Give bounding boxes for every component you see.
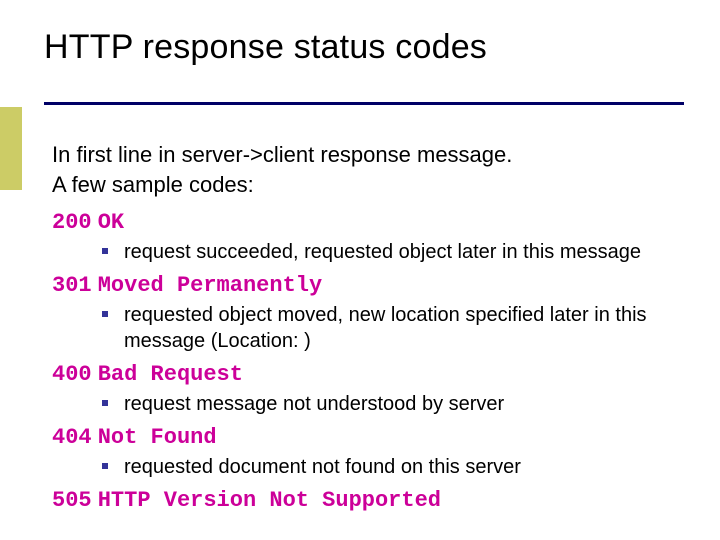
code-number: 505 <box>52 488 92 513</box>
code-entry: 400 Bad Request <box>52 360 697 387</box>
code-description-row: request succeeded, requested object late… <box>52 239 697 265</box>
code-description: request succeeded, requested object late… <box>124 239 641 265</box>
code-description-row: request message not understood by server <box>52 391 697 417</box>
codes-list: 200 OK request succeeded, requested obje… <box>52 206 697 515</box>
bullet-icon <box>102 400 108 406</box>
code-description-row: requested object moved, new location spe… <box>52 302 697 354</box>
code-number: 301 <box>52 273 92 298</box>
bullet-icon <box>102 248 108 254</box>
bullet-icon <box>102 463 108 469</box>
code-phrase: Moved Permanently <box>98 273 322 298</box>
code-number: 400 <box>52 362 92 387</box>
code-phrase: Bad Request <box>98 362 243 387</box>
code-description: requested document not found on this ser… <box>124 454 521 480</box>
slide-title: HTTP response status codes <box>44 28 487 67</box>
code-entry: 505 HTTP Version Not Supported <box>52 486 697 513</box>
code-entry: 404 Not Found <box>52 423 697 450</box>
left-accent-bar <box>0 107 22 190</box>
code-entry: 200 OK <box>52 208 697 235</box>
slide: HTTP response status codes In first line… <box>0 0 720 540</box>
code-description: requested object moved, new location spe… <box>124 302 697 354</box>
code-number: 404 <box>52 425 92 450</box>
code-entry: 301 Moved Permanently <box>52 271 697 298</box>
intro-text: In first line in server->client response… <box>52 140 512 199</box>
code-phrase: HTTP Version Not Supported <box>98 488 441 513</box>
code-description: request message not understood by server <box>124 391 504 417</box>
code-phrase: OK <box>98 210 124 235</box>
code-phrase: Not Found <box>98 425 217 450</box>
intro-line-2: A few sample codes: <box>52 170 512 200</box>
code-number: 200 <box>52 210 92 235</box>
code-description-row: requested document not found on this ser… <box>52 454 697 480</box>
title-underline <box>44 102 684 105</box>
intro-line-1: In first line in server->client response… <box>52 140 512 170</box>
bullet-icon <box>102 311 108 317</box>
